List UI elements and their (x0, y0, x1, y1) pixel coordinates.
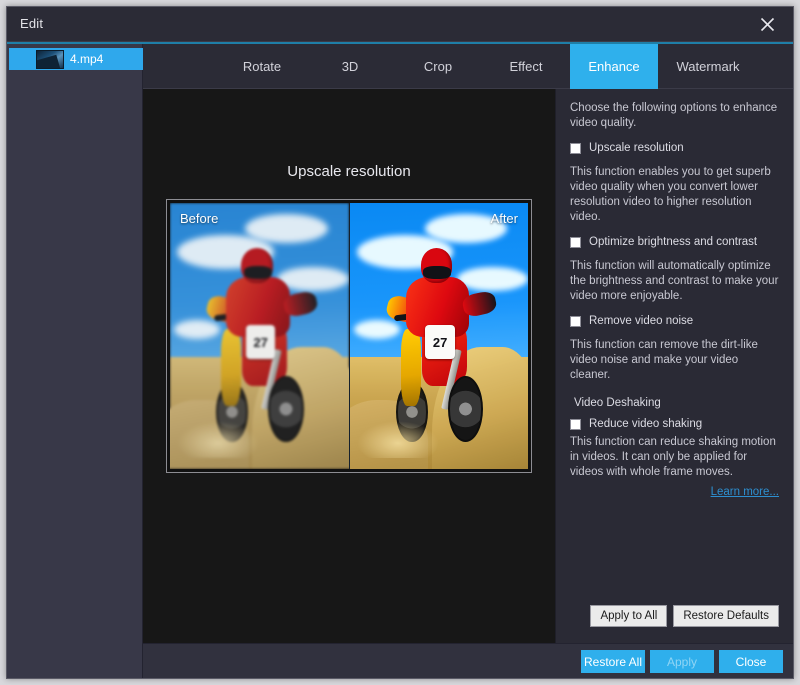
checkbox-label-reduce-shaking: Reduce video shaking (589, 417, 702, 431)
motocross-photo-before: 27 (170, 203, 349, 469)
title-bar: Edit (7, 7, 793, 42)
description-upscale-resolution: This function enables you to get superb … (570, 165, 779, 225)
tab-enhance[interactable]: Enhance (570, 44, 658, 89)
checkbox-label-remove-noise: Remove video noise (589, 314, 693, 328)
checkbox-row-upscale-resolution[interactable]: Upscale resolution (570, 141, 779, 155)
checkbox-optimize-brightness[interactable] (570, 237, 581, 248)
bottom-action-bar: Restore All Apply Close (143, 643, 793, 678)
preview-title: Upscale resolution (143, 163, 555, 180)
group-label-video-deshaking: Video Deshaking (574, 397, 779, 409)
preview-pane-after: 27 After (349, 203, 528, 469)
motocross-photo-after: 27 (350, 203, 528, 469)
description-remove-noise: This function can remove the dirt-like v… (570, 338, 779, 383)
before-label: Before (180, 211, 218, 226)
restore-all-button[interactable]: Restore All (581, 650, 645, 673)
learn-more-link[interactable]: Learn more... (570, 486, 779, 498)
video-thumbnail-icon (36, 50, 64, 69)
sidebar-item-label: 4.mp4 (70, 52, 103, 66)
options-intro: Choose the following options to enhance … (570, 101, 779, 131)
before-after-preview: 27 Before (166, 199, 532, 473)
tab-rotate[interactable]: Rotate (218, 44, 306, 89)
panel-action-buttons: Apply to All Restore Defaults (590, 605, 779, 627)
description-reduce-shaking: This function can reduce shaking motion … (570, 435, 779, 480)
checkbox-remove-noise[interactable] (570, 316, 581, 327)
checkbox-row-optimize-brightness[interactable]: Optimize brightness and contrast (570, 235, 779, 249)
apply-button[interactable]: Apply (650, 650, 714, 673)
enhance-options-panel: Choose the following options to enhance … (555, 89, 793, 645)
checkbox-label-optimize-brightness: Optimize brightness and contrast (589, 235, 757, 249)
preview-pane-before: 27 Before (170, 203, 349, 469)
checkbox-row-remove-noise[interactable]: Remove video noise (570, 314, 779, 328)
close-button[interactable]: Close (719, 650, 783, 673)
bike-number-plate: 27 (246, 325, 276, 359)
tab-watermark[interactable]: Watermark (658, 44, 758, 89)
checkbox-reduce-shaking[interactable] (570, 419, 581, 430)
bike-number-plate: 27 (425, 325, 454, 359)
restore-defaults-button[interactable]: Restore Defaults (673, 605, 779, 627)
checkbox-upscale-resolution[interactable] (570, 143, 581, 154)
file-list-sidebar: 4.mp4 (7, 44, 143, 678)
page-title: Edit (20, 16, 43, 31)
apply-to-all-button[interactable]: Apply to All (590, 605, 667, 627)
tab-effect[interactable]: Effect (482, 44, 570, 89)
description-optimize-brightness: This function will automatically optimiz… (570, 259, 779, 304)
close-icon[interactable] (747, 10, 787, 38)
after-label: After (491, 211, 518, 226)
edit-dialog: Edit 4.mp4 Rotate 3D Crop Effect Enhance… (6, 6, 794, 679)
preview-stage: Upscale resolution (143, 89, 555, 645)
checkbox-label-upscale-resolution: Upscale resolution (589, 141, 684, 155)
checkbox-row-reduce-shaking[interactable]: Reduce video shaking (570, 417, 779, 431)
sidebar-item-file[interactable]: 4.mp4 (9, 48, 143, 70)
tab-bar: Rotate 3D Crop Effect Enhance Watermark (143, 44, 793, 89)
tab-3d[interactable]: 3D (306, 44, 394, 89)
dialog-buttons: Restore All Apply Close (581, 650, 783, 673)
tab-crop[interactable]: Crop (394, 44, 482, 89)
